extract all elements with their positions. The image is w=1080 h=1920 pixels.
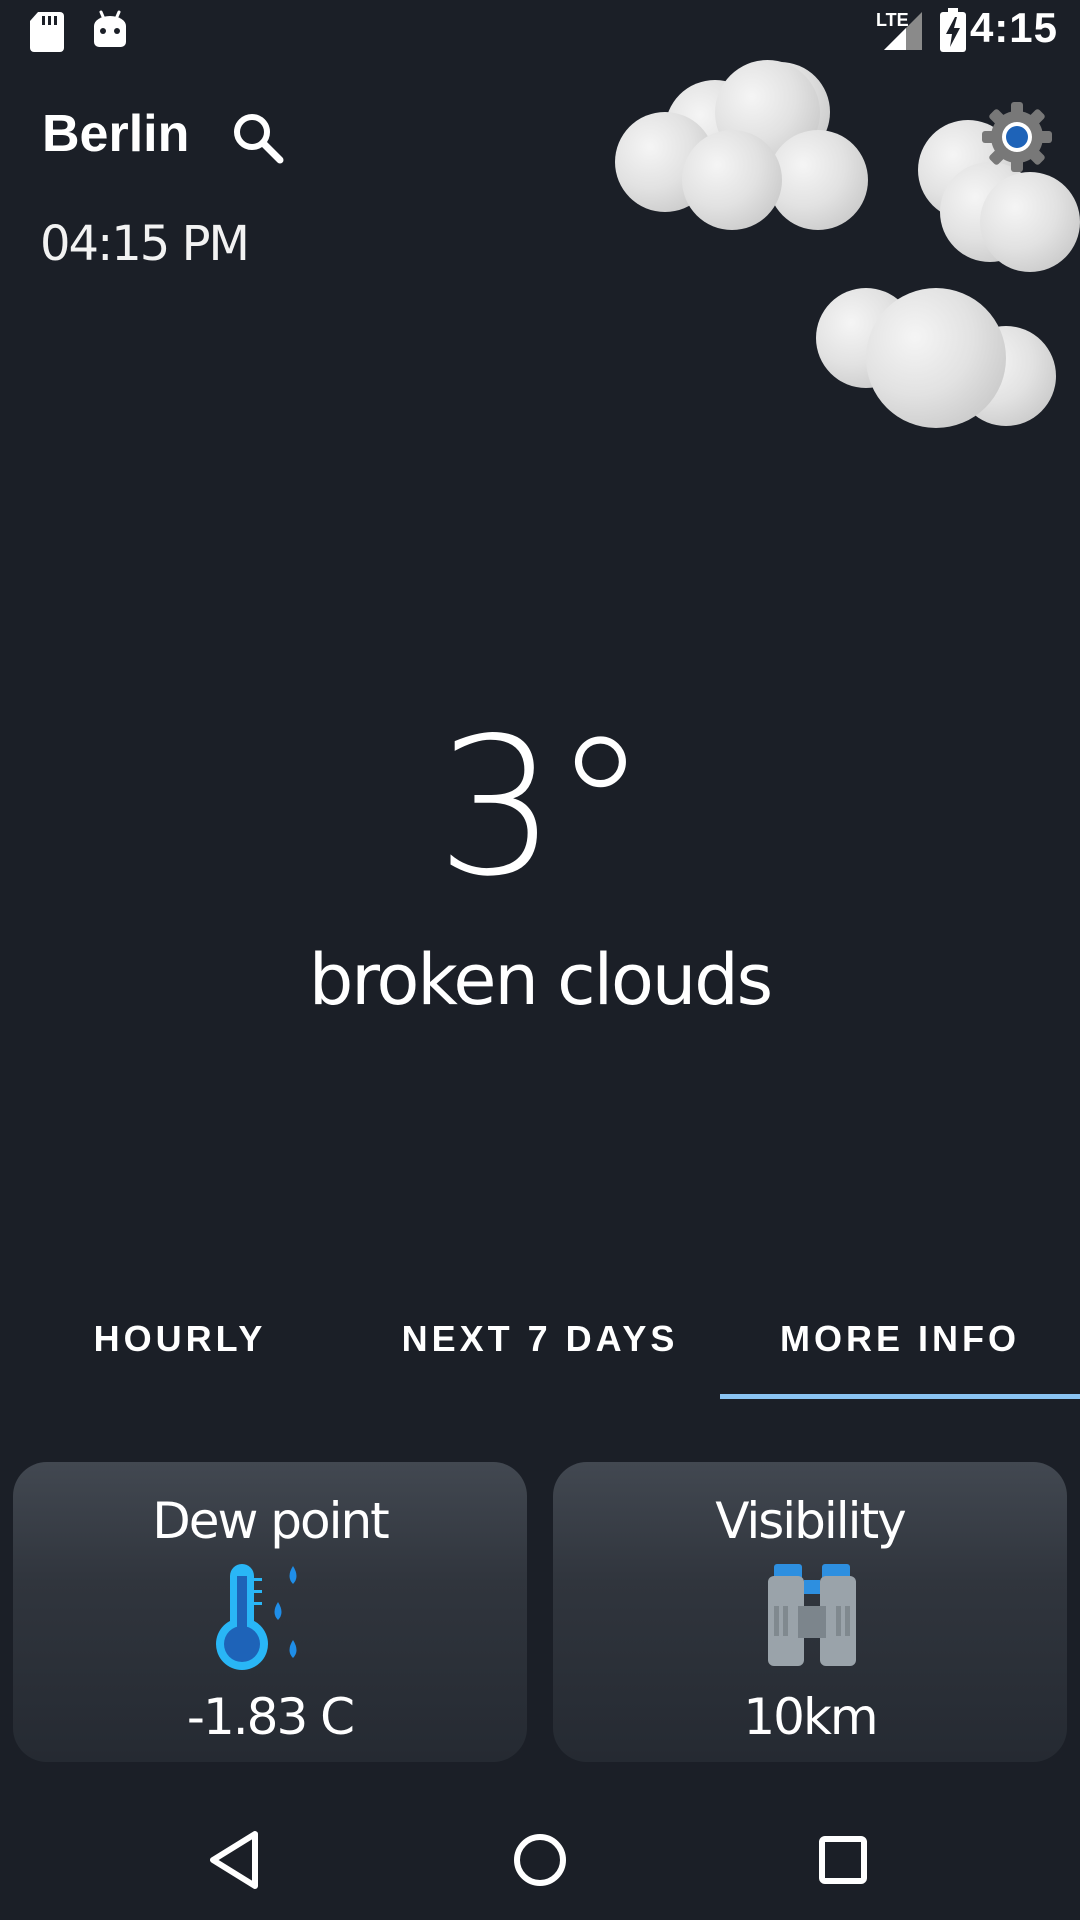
tab-more-info[interactable]: MORE INFO [720, 1314, 1080, 1394]
temperature-value: 3° [436, 697, 648, 918]
card-title: Visibility [715, 1492, 907, 1550]
city-name[interactable]: Berlin [42, 104, 189, 164]
weather-description: broken clouds [308, 939, 773, 1021]
tab-indicator [720, 1394, 1080, 1399]
sd-card-icon [30, 12, 64, 52]
tab-next-7-days[interactable]: NEXT 7 DAYS [360, 1314, 720, 1394]
dew-point-card: Dew point -1.83 C [13, 1462, 527, 1762]
back-icon[interactable] [197, 1820, 277, 1900]
lte-signal-icon [884, 12, 922, 50]
dew-point-value: -1.83 C [186, 1688, 355, 1746]
visibility-card: Visibility 10km [553, 1462, 1067, 1762]
gear-icon[interactable] [980, 100, 1054, 174]
binoculars-icon [768, 1564, 856, 1666]
visibility-value: 10km [743, 1688, 878, 1746]
thermometer-drops-icon [216, 1564, 297, 1670]
tab-hourly[interactable]: HOURLY [0, 1314, 360, 1394]
android-icon [94, 10, 126, 47]
status-time: 4:15 [969, 4, 1058, 51]
card-title: Dew point [152, 1492, 390, 1550]
home-icon[interactable] [500, 1820, 580, 1900]
recents-icon[interactable] [803, 1820, 883, 1900]
search-icon[interactable] [230, 110, 286, 166]
battery-charging-icon [940, 8, 966, 52]
navigation-bar [0, 1800, 1080, 1920]
local-time: 04:15 PM [40, 216, 250, 272]
